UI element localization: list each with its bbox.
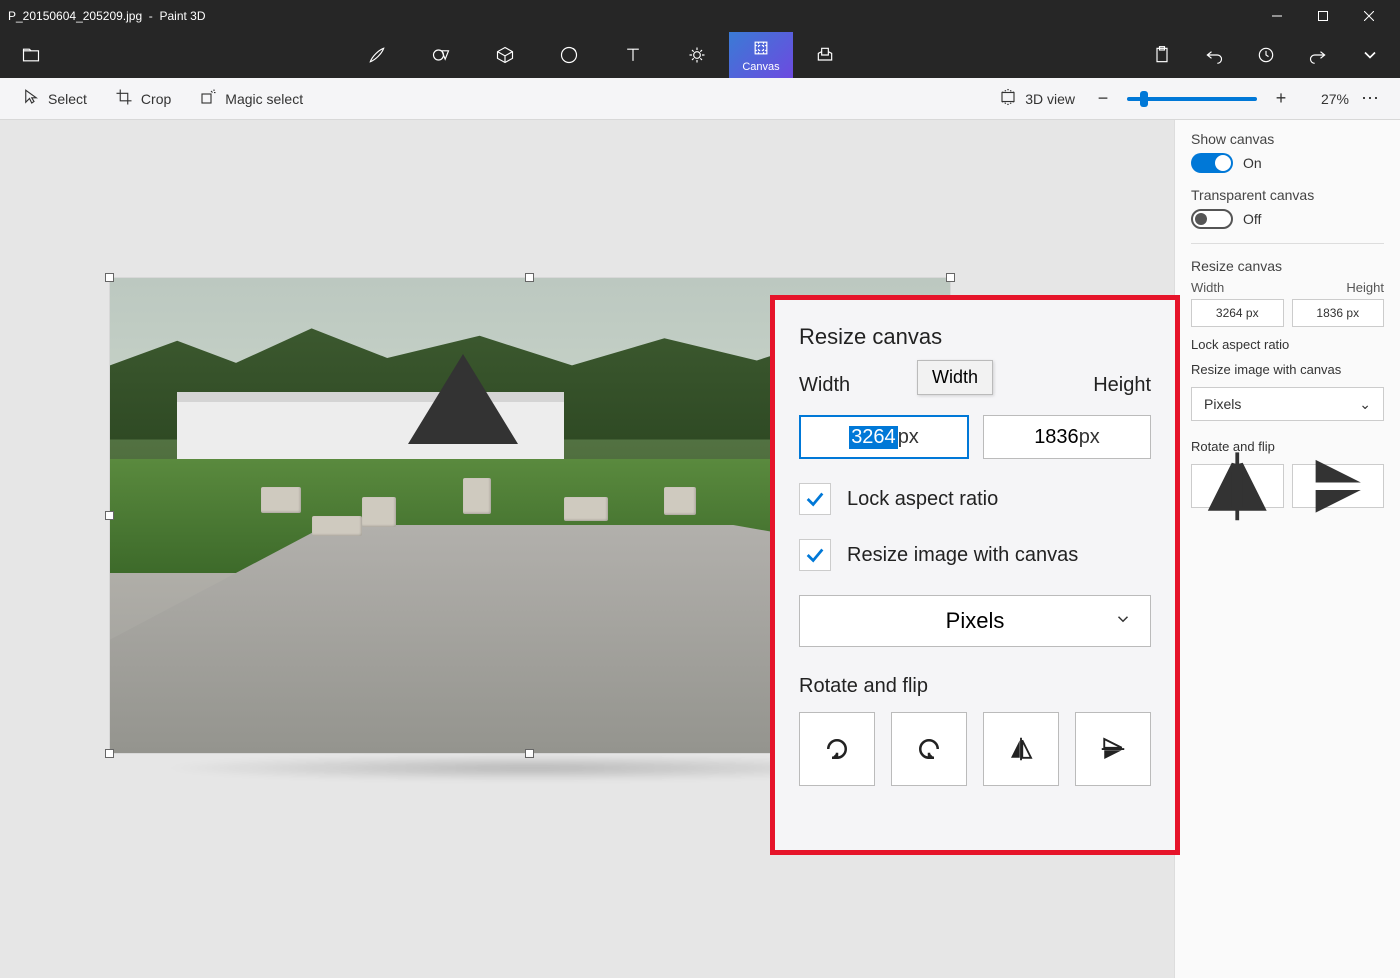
tab-canvas-label: Canvas xyxy=(742,61,779,73)
transparent-label: Transparent canvas xyxy=(1191,187,1384,203)
rotate-right-button[interactable] xyxy=(891,712,967,786)
paste-button[interactable] xyxy=(1140,45,1184,65)
panel-height-label: Height xyxy=(1346,280,1384,295)
popup-height-input[interactable]: 1836px xyxy=(983,415,1151,459)
transparent-state: Off xyxy=(1243,211,1261,227)
lock-aspect-checkbox[interactable] xyxy=(799,483,831,515)
tab-effects[interactable] xyxy=(665,32,729,78)
flip-vertical-button[interactable] xyxy=(1292,464,1385,508)
secondary-toolbar: Select Crop Magic select 3D view − + 27%… xyxy=(0,78,1400,120)
flip-vertical-button[interactable] xyxy=(1075,712,1151,786)
folder-icon xyxy=(21,44,41,66)
tab-3d-shapes[interactable] xyxy=(473,32,537,78)
title-app: Paint 3D xyxy=(159,9,205,23)
3d-view-button[interactable]: 3D view xyxy=(985,78,1089,119)
tab-canvas[interactable]: Canvas xyxy=(729,32,793,78)
crop-icon xyxy=(115,88,133,109)
resize-with-label: Resize image with canvas xyxy=(847,544,1078,567)
text-icon xyxy=(623,44,643,66)
effects-icon xyxy=(687,44,707,66)
transparent-toggle[interactable] xyxy=(1191,209,1233,229)
crop-tool[interactable]: Crop xyxy=(101,78,185,119)
resize-with-canvas-checkbox[interactable] xyxy=(799,539,831,571)
chevron-down-icon: ⌄ xyxy=(1359,396,1371,413)
popup-units-select[interactable]: Pixels xyxy=(799,595,1151,647)
tab-3d-library[interactable] xyxy=(793,32,857,78)
magic-label: Magic select xyxy=(225,91,303,107)
view3d-label: 3D view xyxy=(1025,91,1075,107)
show-canvas-label: Show canvas xyxy=(1191,131,1384,147)
tab-brushes[interactable] xyxy=(345,32,409,78)
close-button[interactable] xyxy=(1346,0,1392,32)
more-button[interactable]: ⋯ xyxy=(1349,88,1392,109)
select-label: Select xyxy=(48,91,87,107)
zoom-in-button[interactable]: + xyxy=(1267,85,1295,113)
flip-horizontal-button[interactable] xyxy=(983,712,1059,786)
popup-height-label: Height xyxy=(982,374,1151,397)
panel-height-input[interactable]: 1836 px xyxy=(1292,299,1385,327)
sticker-icon xyxy=(559,44,579,66)
title-filename: P_20150604_205209.jpg xyxy=(8,9,142,23)
show-canvas-toggle[interactable] xyxy=(1191,153,1233,173)
magic-select-tool[interactable]: Magic select xyxy=(185,78,317,119)
panel-width-input[interactable]: 3264 px xyxy=(1191,299,1284,327)
main-ribbon: Canvas xyxy=(0,32,1400,78)
panel-lock-label: Lock aspect ratio xyxy=(1191,337,1384,352)
canvas-icon xyxy=(751,37,771,59)
resize-label: Resize canvas xyxy=(1191,258,1384,274)
canvas-panel: Canvas Show canvas On Transparent canvas… xyxy=(1174,78,1400,978)
title-bar: P_20150604_205209.jpg - Paint 3D xyxy=(0,0,1400,32)
show-canvas-state: On xyxy=(1243,155,1262,171)
shapes2d-icon xyxy=(431,44,451,66)
resize-handle[interactable] xyxy=(525,273,534,282)
flip-horizontal-button[interactable] xyxy=(1191,464,1284,508)
tab-2d-shapes[interactable] xyxy=(409,32,473,78)
panel-width-label: Width xyxy=(1191,280,1224,295)
rotate-left-button[interactable] xyxy=(799,712,875,786)
resize-handle[interactable] xyxy=(946,273,955,282)
resize-handle[interactable] xyxy=(105,273,114,282)
resize-handle[interactable] xyxy=(105,511,114,520)
library-icon xyxy=(815,44,835,66)
view3d-icon xyxy=(999,88,1017,109)
resize-popup: Resize canvas Width Height Width 3264px … xyxy=(770,295,1180,855)
cube-icon xyxy=(495,44,515,66)
lock-aspect-label: Lock aspect ratio xyxy=(847,488,998,511)
select-tool[interactable]: Select xyxy=(8,78,101,119)
panel-units-select[interactable]: Pixels ⌄ xyxy=(1191,387,1384,421)
crop-label: Crop xyxy=(141,91,171,107)
magic-icon xyxy=(199,88,217,109)
panel-resizewith-label: Resize image with canvas xyxy=(1191,362,1384,377)
popup-title: Resize canvas xyxy=(799,324,1151,350)
brush-icon xyxy=(367,44,387,66)
zoom-percent: 27% xyxy=(1305,91,1349,107)
popup-rotate-label: Rotate and flip xyxy=(799,675,1151,698)
redo-button[interactable] xyxy=(1296,45,1340,65)
zoom-slider[interactable] xyxy=(1127,97,1257,101)
tab-text[interactable] xyxy=(601,32,665,78)
undo-button[interactable] xyxy=(1192,45,1236,65)
history-button[interactable] xyxy=(1244,45,1288,65)
cursor-icon xyxy=(22,88,40,109)
maximize-button[interactable] xyxy=(1300,0,1346,32)
width-tooltip: Width xyxy=(917,360,993,395)
tab-stickers[interactable] xyxy=(537,32,601,78)
minimize-button[interactable] xyxy=(1254,0,1300,32)
popup-width-input[interactable]: 3264px xyxy=(799,415,969,459)
zoom-out-button[interactable]: − xyxy=(1089,85,1117,113)
expand-button[interactable] xyxy=(1348,45,1392,65)
resize-handle[interactable] xyxy=(105,749,114,758)
chevron-down-icon xyxy=(1114,608,1132,634)
menu-button[interactable] xyxy=(7,44,55,66)
